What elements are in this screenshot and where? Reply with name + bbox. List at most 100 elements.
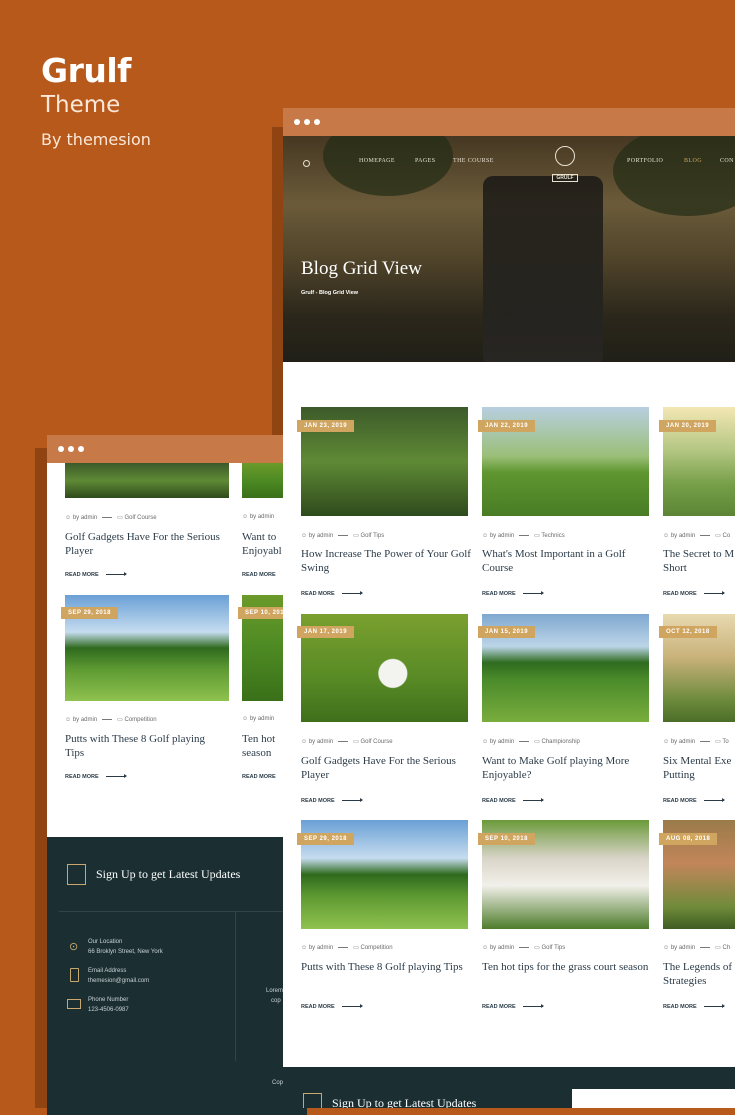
post-author[interactable]: by admin xyxy=(309,739,333,745)
post-title[interactable]: What's Most Important in a Golf Course xyxy=(482,547,652,575)
breadcrumb[interactable]: Grulf - Blog Grid View xyxy=(301,290,358,296)
post-category[interactable]: Ch xyxy=(723,945,731,951)
read-more-link[interactable]: READ MORE xyxy=(65,774,127,780)
read-more-link[interactable]: READ MORE xyxy=(301,591,363,597)
post-title[interactable]: Putts with These 8 Golf playing Tips xyxy=(65,732,225,760)
post-author[interactable]: by admin xyxy=(250,716,274,722)
read-more-link[interactable]: READ MORE xyxy=(663,591,725,597)
read-more-link[interactable]: READ MORE xyxy=(482,591,544,597)
post-title[interactable]: Ten hot tips for the grass court season xyxy=(482,960,652,974)
read-more-link[interactable]: READ MORE xyxy=(663,1004,725,1010)
folder-icon: ▭ xyxy=(534,739,540,745)
phone-device-icon xyxy=(70,968,79,982)
read-more-link[interactable]: READ MORE xyxy=(482,798,544,804)
post-title[interactable]: Golf Gadgets Have For the Serious Player xyxy=(65,530,235,558)
post-meta: ☺ by admin ▭ Technics xyxy=(482,532,565,539)
post-title[interactable]: Golf Gadgets Have For the Serious Player xyxy=(301,754,471,782)
post-author[interactable]: by admin xyxy=(490,533,514,539)
back-window-shadow xyxy=(35,448,47,1108)
post-date-tag: OCT 12, 2018 xyxy=(659,626,717,638)
folder-icon: ▭ xyxy=(353,945,359,951)
post-category[interactable]: To xyxy=(722,739,728,745)
phone-value[interactable]: 123-4506-0987 xyxy=(88,1005,129,1015)
nav-the-course[interactable]: THE COURSE xyxy=(453,158,494,164)
post-title[interactable]: Want to Enjoyabl xyxy=(242,530,287,558)
post-meta: ☺ by admin ▭ Golf Tips xyxy=(482,944,565,951)
post-title[interactable]: Ten hot season xyxy=(242,732,287,760)
post-title[interactable]: Six Mental Exe Putting xyxy=(663,754,735,782)
user-icon: ☺ xyxy=(663,533,670,539)
user-icon: ☺ xyxy=(242,716,249,722)
read-more-link[interactable]: READ MORE xyxy=(301,1004,363,1010)
footer-signup-title: Sign Up to get Latest Updates xyxy=(332,1096,477,1108)
folder-icon: ▭ xyxy=(353,533,359,539)
user-icon: ☺ xyxy=(663,945,670,951)
post-meta: ☺ by admin ▭ Competition xyxy=(65,716,157,723)
post-author[interactable]: by admin xyxy=(250,514,274,520)
email-value[interactable]: themesion@gmail.com xyxy=(88,976,149,986)
location-label: Our Location xyxy=(88,939,123,945)
user-icon: ☺ xyxy=(301,739,308,745)
post-date-tag: SEP 10, 2018 xyxy=(478,833,535,845)
read-more-link[interactable]: READ MORE xyxy=(663,798,725,804)
phone-label: Phone Number xyxy=(88,997,129,1003)
hero-overlay xyxy=(283,136,735,362)
user-icon: ☺ xyxy=(301,945,308,951)
read-more-link[interactable]: READ MORE xyxy=(482,1004,544,1010)
site-logo[interactable]: GRULF xyxy=(545,146,585,182)
post-author[interactable]: by admin xyxy=(309,945,333,951)
post-category[interactable]: Championship xyxy=(542,739,580,745)
read-more-link[interactable]: READ MORE xyxy=(242,572,276,578)
nav-contact[interactable]: CON xyxy=(720,158,734,164)
post-author[interactable]: by admin xyxy=(73,717,97,723)
post-title[interactable]: The Secret to M Short xyxy=(663,547,735,575)
folder-icon: ▭ xyxy=(715,739,721,745)
post-author[interactable]: by admin xyxy=(671,739,695,745)
window-dot-icon xyxy=(304,119,310,125)
nav-blog[interactable]: BLOG xyxy=(684,158,702,164)
folder-icon: ▭ xyxy=(117,515,123,521)
post-category[interactable]: Golf Tips xyxy=(542,945,566,951)
post-title[interactable]: How Increase The Power of Your Golf Swin… xyxy=(301,547,471,575)
post-author[interactable]: by admin xyxy=(73,515,97,521)
post-meta: ☺ by admin xyxy=(242,716,274,722)
read-more-link[interactable]: READ MORE xyxy=(242,774,276,780)
post-category[interactable]: Co xyxy=(723,533,731,539)
newsletter-email-input[interactable] xyxy=(572,1089,735,1108)
post-author[interactable]: by admin xyxy=(490,739,514,745)
post-title[interactable]: The Legends of Strategies xyxy=(663,960,735,988)
read-more-link[interactable]: READ MORE xyxy=(301,798,363,804)
newsletter-icon xyxy=(303,1093,322,1108)
post-author[interactable]: by admin xyxy=(671,533,695,539)
post-category[interactable]: Competition xyxy=(125,717,157,723)
user-icon: ☺ xyxy=(65,515,72,521)
window-dot-icon xyxy=(58,446,64,452)
post-meta: ☺ by admin ▭ Golf Course xyxy=(301,738,393,745)
nav-homepage[interactable]: HOMEPAGE xyxy=(359,158,395,164)
window-dot-icon xyxy=(78,446,84,452)
post-date-tag: JAN 20, 2019 xyxy=(659,420,717,432)
post-author[interactable]: by admin xyxy=(309,533,333,539)
post-meta: ☺ by admin xyxy=(242,514,274,520)
post-image[interactable] xyxy=(65,463,229,498)
post-title[interactable]: Putts with These 8 Golf playing Tips xyxy=(301,960,471,974)
newsletter-icon xyxy=(67,864,86,885)
post-date-tag: AUG 08, 2018 xyxy=(659,833,718,845)
folder-icon: ▭ xyxy=(534,533,540,539)
read-more-link[interactable]: READ MORE xyxy=(65,572,127,578)
folder-icon: ▭ xyxy=(117,717,123,723)
post-meta: ☺ by admin ▭ Co xyxy=(663,532,730,539)
search-icon[interactable] xyxy=(303,160,310,167)
location-icon: ⊙ xyxy=(69,941,79,953)
post-title[interactable]: Want to Make Golf playing More Enjoyable… xyxy=(482,754,652,782)
nav-portfolio[interactable]: PORTFOLIO xyxy=(627,158,663,164)
post-category[interactable]: Technics xyxy=(541,533,564,539)
folder-icon: ▭ xyxy=(715,945,721,951)
post-category[interactable]: Golf Course xyxy=(361,739,393,745)
post-category[interactable]: Golf Course xyxy=(125,515,157,521)
post-category[interactable]: Golf Tips xyxy=(361,533,385,539)
post-author[interactable]: by admin xyxy=(671,945,695,951)
post-author[interactable]: by admin xyxy=(490,945,514,951)
post-category[interactable]: Competition xyxy=(361,945,393,951)
nav-pages[interactable]: PAGES xyxy=(415,158,435,164)
